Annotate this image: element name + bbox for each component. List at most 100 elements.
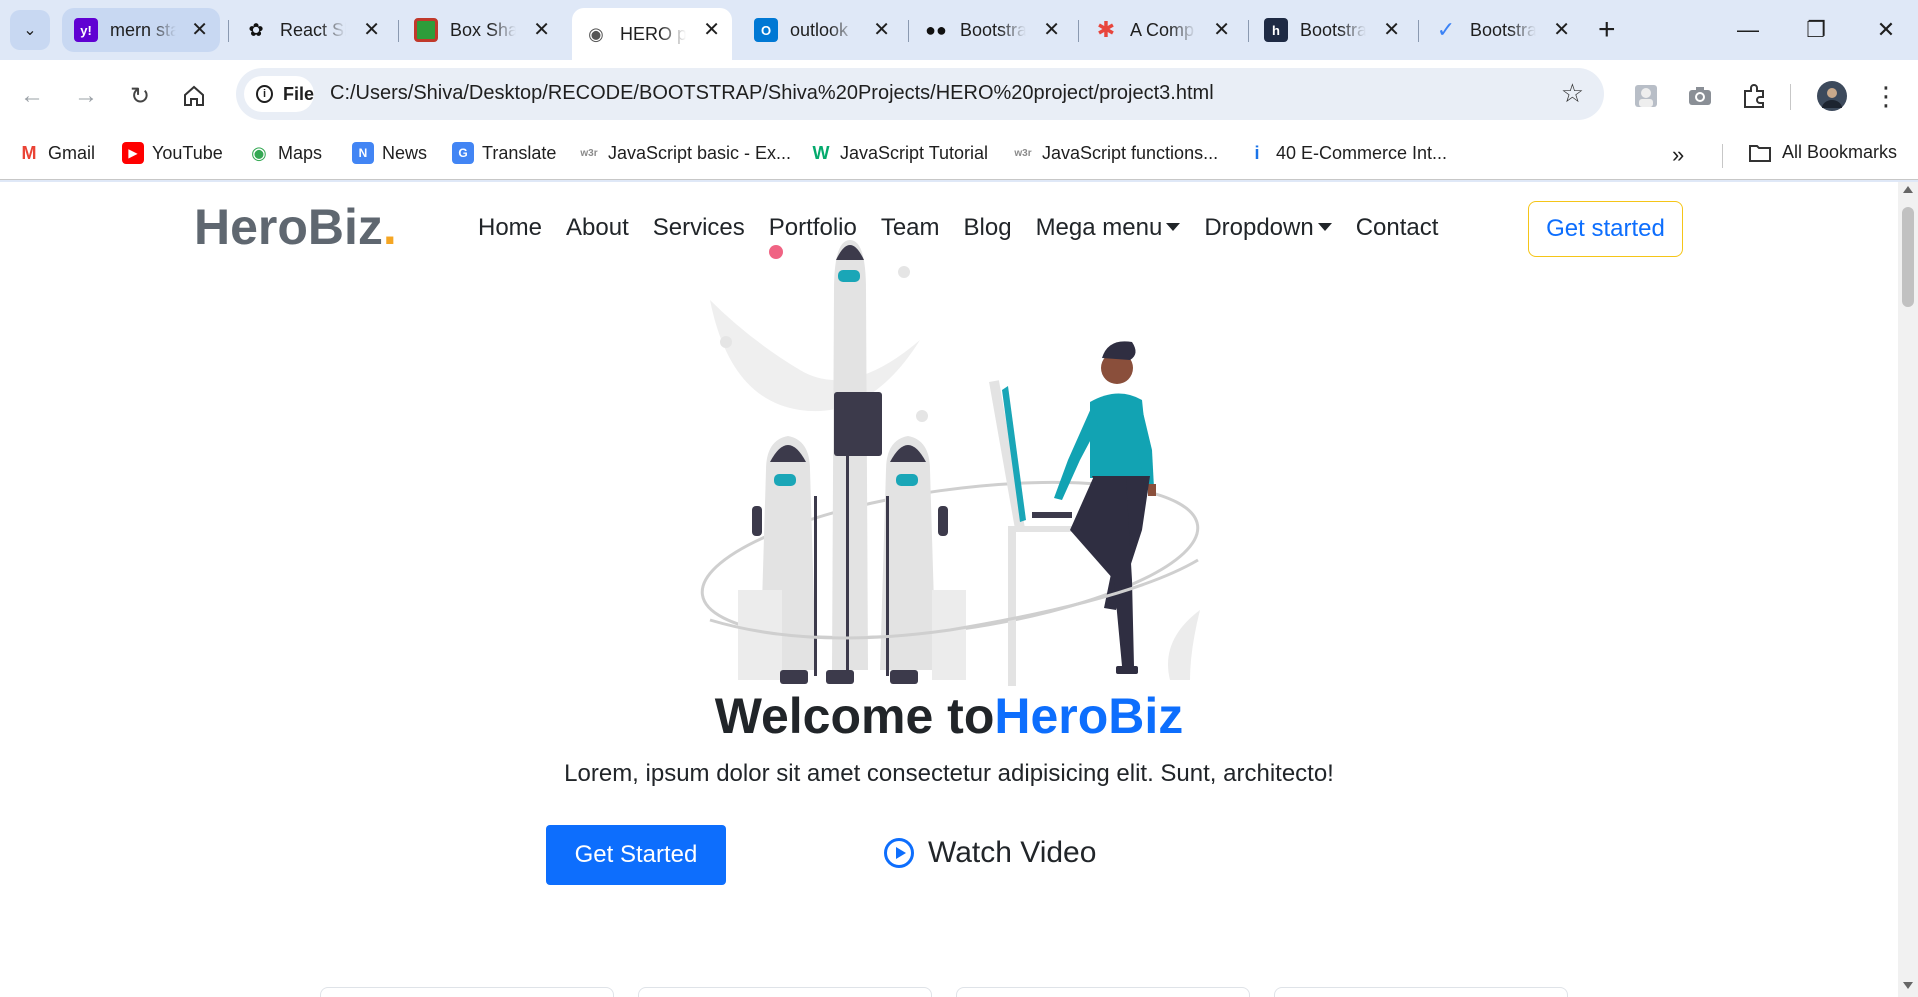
tab-title: Box Sha	[450, 19, 516, 40]
tab-close-icon[interactable]: ✕	[1383, 18, 1400, 42]
tab-search-button[interactable]: ⌄	[10, 10, 50, 50]
tab-separator	[1418, 20, 1419, 42]
bookmark-label: Gmail	[48, 142, 96, 163]
tab-title: Bootstra	[1300, 19, 1366, 40]
menu-kebab-icon[interactable]: ⋮	[1866, 76, 1906, 116]
browser-tab[interactable]: ◉ HERO p ✕	[572, 8, 732, 60]
page-viewport: HeroBiz. Home About Services Portfolio Team B…	[0, 182, 1898, 997]
tab-title: outlook	[790, 19, 849, 40]
puzzle-icon	[1744, 84, 1764, 108]
tab-close-icon[interactable]: ✕	[191, 18, 208, 42]
nav-item-home[interactable]: Home	[478, 214, 542, 242]
star-dot	[898, 266, 910, 278]
browser-tab[interactable]: ✿ React Sk ✕	[232, 8, 392, 52]
tab-title: A Comp	[1130, 19, 1195, 40]
hero-subtitle: Lorem, ipsum dolor sit amet consectetur …	[564, 760, 1334, 787]
url-text[interactable]: C:/Users/Shiva/Desktop/RECODE/BOOTSTRAP/…	[330, 82, 1214, 105]
h-icon: h	[1264, 18, 1288, 42]
forward-button[interactable]: →	[66, 76, 106, 116]
close-window-icon[interactable]: ✕	[1866, 10, 1906, 50]
play-circle-icon	[884, 838, 914, 868]
arrow-right-icon: →	[74, 82, 98, 109]
bookmark-item[interactable]: G Translate	[452, 142, 556, 164]
watch-video-label: Watch Video	[928, 836, 1097, 869]
person	[1054, 341, 1156, 674]
feature-card	[1274, 987, 1568, 997]
browser-tab[interactable]: h Bootstra ✕	[1252, 8, 1412, 52]
tab-close-icon[interactable]: ✕	[1553, 18, 1570, 42]
get-started-button[interactable]: Get Started	[546, 825, 726, 885]
scheme-label: File	[282, 83, 314, 104]
home-button[interactable]	[174, 76, 214, 116]
bookmark-item[interactable]: N News	[352, 142, 427, 164]
get-started-header-button[interactable]: Get started	[1528, 201, 1683, 257]
browser-tab[interactable]: ✓ Bootstra ✕	[1422, 8, 1582, 52]
arrow-left-icon: ←	[20, 82, 44, 109]
feature-card	[638, 987, 932, 997]
bookmark-label: JavaScript Tutorial	[840, 142, 989, 163]
browser-tab[interactable]: Box Sha ✕	[402, 8, 562, 52]
all-bookmarks-button[interactable]: All Bookmarks	[1748, 142, 1897, 163]
browser-tab[interactable]: y! mern sta ✕	[62, 8, 220, 52]
bookmark-item[interactable]: M Gmail	[18, 142, 96, 164]
tab-close-icon[interactable]: ✕	[703, 18, 720, 42]
bookmark-label: Maps	[278, 142, 323, 163]
profile-avatar-button[interactable]	[1812, 76, 1852, 116]
tab-title: HERO p	[620, 23, 686, 44]
restore-icon[interactable]: ❐	[1796, 10, 1836, 50]
globe-icon: ◉	[588, 23, 604, 44]
news-icon: N	[352, 142, 374, 164]
scroll-up-arrow-icon[interactable]	[1903, 186, 1913, 193]
tab-title: React Sk	[280, 19, 346, 40]
nav-item-contact[interactable]: Contact	[1356, 214, 1439, 242]
star-dot	[916, 410, 928, 422]
scroll-down-arrow-icon[interactable]	[1903, 982, 1913, 989]
yahoo-icon: y!	[74, 18, 98, 42]
tab-close-icon[interactable]: ✕	[873, 18, 890, 42]
box-shadow-icon	[414, 18, 438, 42]
browser-tab[interactable]: ●● Bootstra ✕	[912, 8, 1072, 52]
hero-title-prefix: Welcome to	[714, 688, 995, 744]
minimize-icon[interactable]: —	[1728, 10, 1768, 50]
hero-title: Welcome toHeroBiz	[0, 687, 1898, 745]
tab-close-icon[interactable]: ✕	[1213, 18, 1230, 42]
camera-icon	[1689, 87, 1711, 105]
screenshot-extension-button[interactable]	[1680, 76, 1720, 116]
back-button[interactable]: ←	[12, 76, 52, 116]
bookmark-item[interactable]: W JavaScript Tutorial	[810, 142, 989, 164]
rocket-strut	[846, 456, 849, 676]
smoke-plume	[710, 300, 920, 412]
all-bookmarks-label: All Bookmarks	[1782, 142, 1898, 162]
new-tab-button[interactable]: +	[1598, 12, 1616, 48]
tab-close-icon[interactable]: ✕	[363, 18, 380, 42]
nav-item-label: Contact	[1355, 214, 1439, 241]
bookmark-label: JavaScript functions...	[1042, 142, 1219, 163]
brand-logo[interactable]: HeroBiz.	[194, 198, 397, 256]
tab-strip: ⌄ y! mern sta ✕ ✿ React Sk ✕ Box Sha ✕ ◉ HERO p ✕ O…	[0, 0, 1918, 60]
browser-tab[interactable]: Ooutlook ✕	[742, 8, 902, 52]
bookmark-item[interactable]: w3r JavaScript basic - Ex...	[578, 142, 791, 164]
extensions-button[interactable]	[1734, 76, 1774, 116]
page-scrollbar[interactable]	[1898, 182, 1918, 997]
nav-item-about[interactable]: About	[566, 214, 629, 242]
browser-tab[interactable]: ✱ A Comp ✕	[1082, 8, 1242, 52]
tab-title: Bootstra	[960, 19, 1026, 40]
watch-video-link[interactable]: Watch Video	[884, 836, 1096, 870]
bookmark-star-icon[interactable]: ☆	[1561, 78, 1584, 109]
tab-close-icon[interactable]: ✕	[1043, 18, 1060, 42]
bookmark-item[interactable]: i 40 E-Commerce Int...	[1246, 142, 1447, 164]
bookmark-label: JavaScript basic - Ex...	[608, 142, 792, 163]
bookmarks-overflow-icon[interactable]: »	[1672, 142, 1684, 168]
omnibox[interactable]: i File C:/Users/Shiva/Desktop/RECODE/BOO…	[236, 68, 1604, 120]
bookmarks-divider	[1722, 144, 1723, 168]
bookmark-label: Translate	[482, 142, 557, 163]
site-info-chip[interactable]: i File	[244, 76, 314, 112]
right-rocket	[880, 436, 966, 684]
scroll-thumb[interactable]	[1902, 207, 1914, 307]
profile-extension-button[interactable]	[1626, 76, 1666, 116]
bookmark-item[interactable]: ◉ Maps	[248, 142, 322, 164]
bookmark-item[interactable]: ▶ YouTube	[122, 142, 223, 164]
tab-close-icon[interactable]: ✕	[533, 18, 550, 42]
reload-button[interactable]: ↻	[120, 76, 160, 116]
bookmark-item[interactable]: w3r JavaScript functions...	[1012, 142, 1218, 164]
